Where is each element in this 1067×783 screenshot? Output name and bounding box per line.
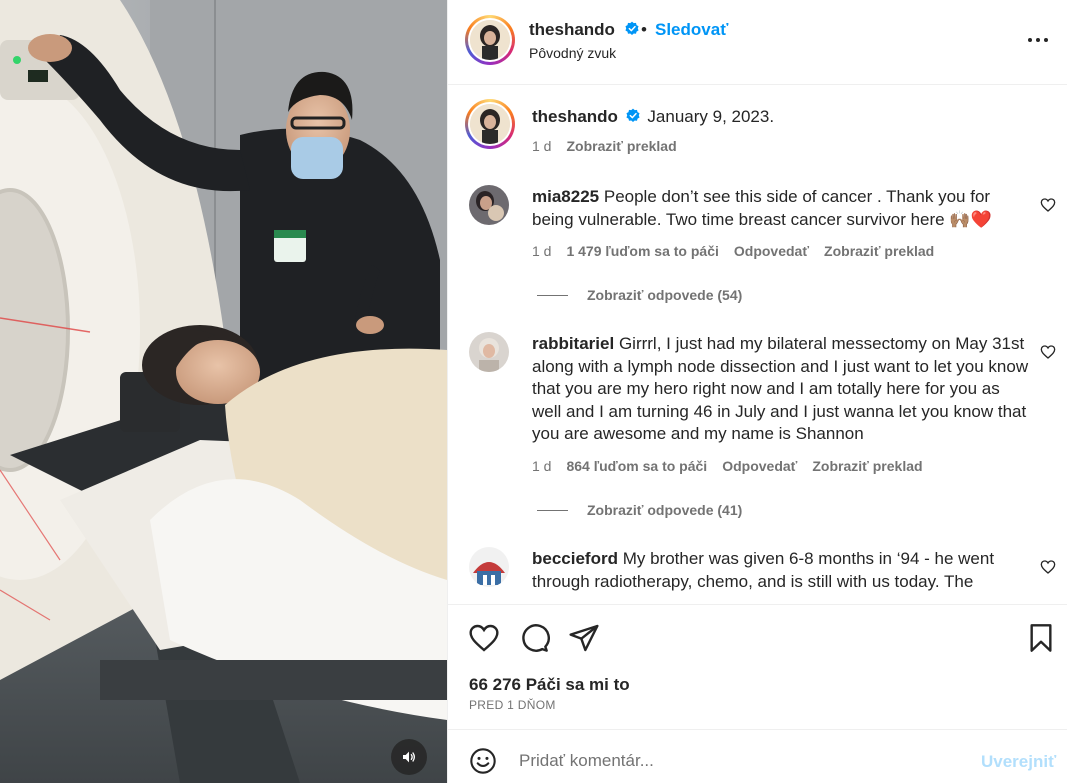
author-avatar-image xyxy=(470,20,510,60)
comment-meta: 1 d 864 ľuďom sa to páči Odpovedať Zobra… xyxy=(532,458,923,474)
post-details-panel: theshando • Sledovať Pôvodný zvuk thesha… xyxy=(447,0,1067,783)
view-replies-button[interactable]: Zobraziť odpovede (41) xyxy=(537,502,742,518)
video-frame xyxy=(0,0,447,783)
comment-like-heart-icon[interactable] xyxy=(1040,197,1056,213)
author-username[interactable]: theshando xyxy=(529,20,640,40)
share-paper-plane-icon[interactable] xyxy=(568,622,600,654)
comment-composer: Uverejniť xyxy=(448,731,1067,783)
emoji-smiley-icon[interactable] xyxy=(469,747,497,775)
comment-bubble-icon[interactable] xyxy=(518,622,550,654)
comment-age: 1 d xyxy=(532,243,552,259)
caption-meta: 1 d Zobraziť preklad xyxy=(532,138,677,154)
more-options-button[interactable] xyxy=(1026,30,1050,50)
comment-avatar[interactable] xyxy=(469,185,509,225)
caption-translate-link[interactable]: Zobraziť preklad xyxy=(566,138,676,154)
view-replies-label: Zobraziť odpovede (41) xyxy=(587,502,743,518)
comment-input[interactable] xyxy=(519,748,959,774)
follow-button[interactable]: Sledovať xyxy=(655,20,728,40)
comment-reply-button[interactable]: Odpovedať xyxy=(722,458,797,474)
view-replies-button[interactable]: Zobraziť odpovede (54) xyxy=(537,287,742,303)
comment-translate-link[interactable]: Zobraziť preklad xyxy=(812,458,922,474)
comment-avatar-image xyxy=(469,547,509,587)
caption-age: 1 d xyxy=(532,138,552,154)
comment-username[interactable]: mia8225 xyxy=(532,187,599,206)
post-timestamp: PRED 1 DŇOM xyxy=(469,698,556,712)
caption-avatar[interactable] xyxy=(465,99,515,149)
verified-badge-icon xyxy=(625,21,639,36)
comment-body: People don’t see this side of cancer . T… xyxy=(532,187,992,229)
comment-avatar-image xyxy=(469,332,509,372)
comment-avatar[interactable] xyxy=(469,332,509,372)
replies-divider xyxy=(537,294,568,296)
more-horizontal-icon xyxy=(1028,38,1048,42)
post-video[interactable] xyxy=(0,0,447,783)
separator-dot: • xyxy=(641,20,647,39)
comment-like-heart-icon[interactable] xyxy=(1040,559,1056,575)
speaker-icon xyxy=(401,749,417,765)
comment-reply-button[interactable]: Odpovedať xyxy=(734,243,809,259)
caption-body: January 9, 2023. xyxy=(647,107,775,126)
comment-text: mia8225 People don’t see this side of ca… xyxy=(532,186,1032,231)
author-avatar[interactable] xyxy=(465,15,515,65)
comment-username[interactable]: beccieford xyxy=(532,549,618,568)
caption-username[interactable]: theshando xyxy=(532,107,618,126)
comment-meta: 1 d 1 479 ľuďom sa to páči Odpovedať Zob… xyxy=(532,243,934,259)
comment-username[interactable]: rabbitariel xyxy=(532,334,614,353)
likes-count[interactable]: 66 276 Páči sa mi to xyxy=(469,675,630,695)
like-heart-icon[interactable] xyxy=(468,622,500,654)
comment-likes-count[interactable]: 864 ľuďom sa to páči xyxy=(566,458,707,474)
comment-age: 1 d xyxy=(532,458,552,474)
save-bookmark-icon[interactable] xyxy=(1025,622,1057,654)
post-actions: 66 276 Páči sa mi to PRED 1 DŇOM xyxy=(448,604,1067,730)
caption-text: theshando January 9, 2023. xyxy=(532,106,1032,129)
comment-translate-link[interactable]: Zobraziť preklad xyxy=(824,243,934,259)
replies-divider xyxy=(537,509,568,511)
original-audio-link[interactable]: Pôvodný zvuk xyxy=(529,45,616,61)
comment-avatar-image xyxy=(469,185,509,225)
comments-list[interactable]: theshando January 9, 2023. 1 d Zobraziť … xyxy=(448,86,1067,604)
view-replies-label: Zobraziť odpovede (54) xyxy=(587,287,743,303)
comment-like-heart-icon[interactable] xyxy=(1040,344,1056,360)
author-username-text[interactable]: theshando xyxy=(529,20,615,39)
comment-likes-count[interactable]: 1 479 ľuďom sa to páči xyxy=(566,243,718,259)
comment-text: beccieford My brother was given 6-8 mont… xyxy=(532,548,1032,593)
post-header: theshando • Sledovať Pôvodný zvuk xyxy=(448,0,1067,85)
audio-toggle-button[interactable] xyxy=(391,739,427,775)
caption-avatar-image xyxy=(470,104,510,144)
comment-text: rabbitariel Girrrl, I just had my bilate… xyxy=(532,333,1032,446)
post-comment-button[interactable]: Uverejniť xyxy=(981,752,1056,772)
comment-avatar[interactable] xyxy=(469,547,509,587)
verified-badge-icon xyxy=(626,108,640,123)
